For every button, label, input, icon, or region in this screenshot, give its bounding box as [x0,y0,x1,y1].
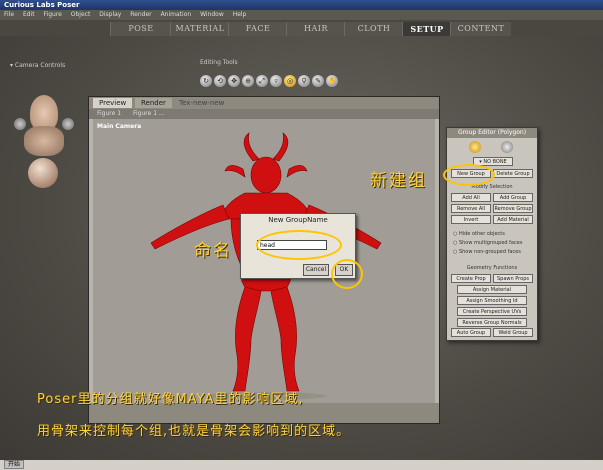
ok-highlight-ring [331,259,363,289]
tab-cloth[interactable]: CLOTH [344,22,403,36]
taskbar: 开始 [0,460,603,470]
invert-button[interactable]: Invert [451,215,491,224]
translate-z-tool-icon[interactable]: ⊕ [242,75,254,87]
tab-content[interactable]: CONTENT [450,22,511,36]
name-input-highlight-ring [256,230,342,260]
tab-material[interactable]: MATERIAL [170,22,229,36]
geometry-functions-label: Geometry Functions [466,265,518,271]
create-perspective-uvs-button[interactable]: Create Perspective UVs [457,307,527,316]
remove-group-button[interactable]: Remove Group [493,204,533,213]
weld-group-button[interactable]: Weld Group [493,328,533,337]
scale-tool-icon[interactable]: ⤢ [256,75,268,87]
tab-setup[interactable]: SETUP [402,22,451,36]
editing-tools-label: Editing Tools [200,59,238,66]
new-group-highlight-ring [443,164,495,186]
twist-tool-icon[interactable]: ⟲ [214,75,226,87]
right-hand-camera-icon[interactable] [62,118,74,130]
menu-help[interactable]: Help [233,11,247,18]
camera-body-icon[interactable] [24,126,64,156]
add-material-button[interactable]: Add Material [493,215,533,224]
menu-render[interactable]: Render [130,11,151,18]
camera-controls-text: Camera Controls [14,62,66,69]
menu-display[interactable]: Display [99,11,121,18]
tab-preview[interactable]: Preview [93,98,133,108]
camera-trackball[interactable] [28,158,58,188]
tab-hair[interactable]: HAIR [286,22,345,36]
start-button[interactable]: 开始 [4,460,25,469]
naming-annotation: 命名 [194,241,232,261]
assign-smoothing-id-button[interactable]: Assign Smoothing Id [457,296,527,305]
view-magnifier-icon[interactable]: ⚲ [298,75,310,87]
grouping-tool-icon[interactable]: ◎ [284,75,296,87]
reverse-group-normals-button[interactable]: Reverse Group Normals [457,318,527,327]
menu-window[interactable]: Window [200,11,224,18]
remove-all-button[interactable]: Remove All [451,204,491,213]
taper-tool-icon[interactable]: ▿ [270,75,282,87]
polygon-mode-icon[interactable] [469,141,481,153]
group-editor-title: Group Editor (Polygon) [447,128,537,138]
menu-file[interactable]: File [4,11,14,18]
tab-render[interactable]: Render [135,98,172,108]
direct-manipulation-icon[interactable]: ✋ [326,75,338,87]
group-editor-panel: Group Editor (Polygon) ▾ NO BONE New Gro… [446,127,538,341]
preview-tabs: Preview Render Tex-new-new [89,97,439,109]
vertex-mode-icon[interactable] [501,141,513,153]
tab-face[interactable]: FACE [228,22,287,36]
room-tabs: POSE MATERIAL FACE HAIR CLOTH SETUP CONT… [100,22,603,36]
rotate-tool-icon[interactable]: ↻ [200,75,212,87]
add-all-button[interactable]: Add All [451,193,491,202]
add-group-button[interactable]: Add Group [493,193,533,202]
figure-menu-left[interactable]: Figure 1 [97,110,121,117]
translate-tool-icon[interactable]: ✥ [228,75,240,87]
show-nongrouped-checkbox[interactable]: Show non-grouped faces [453,249,521,255]
auto-group-button[interactable]: Auto Group [451,328,491,337]
morphing-tool-icon[interactable]: ✎ [312,75,324,87]
spawn-props-button[interactable]: Spawn Props [493,274,533,283]
assign-material-button[interactable]: Assign Material [457,285,527,294]
menu-figure[interactable]: Figure [44,11,62,18]
menu-edit[interactable]: Edit [23,11,35,18]
left-hand-camera-icon[interactable] [14,118,26,130]
show-multigrouped-checkbox[interactable]: Show multigrouped faces [453,240,522,246]
caption-line-2: 用骨架来控制每个组,也就是骨架会影响到的区域。 [37,424,351,439]
window-title-bar: Curious Labs Poser [0,0,603,10]
dialog-title: New GroupName [268,216,328,224]
tab-texture[interactable]: Tex-new-new [173,98,230,108]
figure-menu-right[interactable]: Figure 1 ... [133,110,165,117]
delete-group-button[interactable]: Delete Group [493,169,533,178]
menu-object[interactable]: Object [71,11,91,18]
new-group-annotation: 新建组 [370,171,427,191]
cancel-button[interactable]: Cancel [303,264,329,276]
figure-selector-bar: Figure 1 Figure 1 ... [89,109,439,119]
menu-bar: File Edit Figure Object Display Render A… [0,10,603,20]
create-prop-button[interactable]: Create Prop [451,274,491,283]
hide-other-objects-checkbox[interactable]: Hide other objects [453,231,505,237]
tab-pose[interactable]: POSE [110,22,171,36]
selected-group: NO BONE [483,159,507,165]
menu-animation[interactable]: Animation [161,11,192,18]
caption-line-1: Poser里的分组就好像MAYA里的影响区域, [37,392,304,407]
editing-tools-bar: ↻ ⟲ ✥ ⊕ ⤢ ▿ ◎ ⚲ ✎ ✋ [200,68,340,87]
camera-controls-label: ▾ Camera Controls [10,62,66,69]
